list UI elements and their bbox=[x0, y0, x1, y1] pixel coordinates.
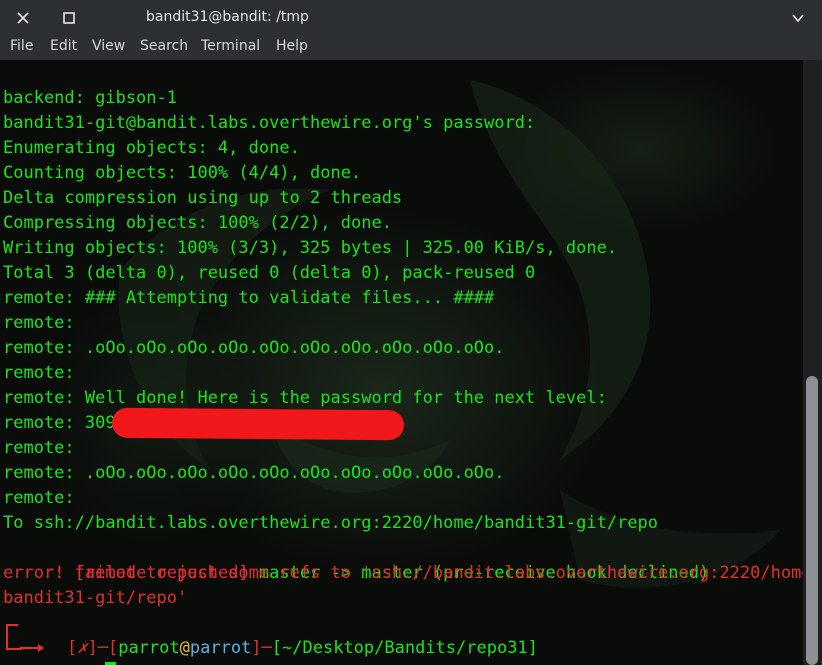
output-line: remote: .oOo.oOo.oOo.oOo.oOo.oOo.oOo.oOo… bbox=[3, 338, 505, 358]
output-line: bandit31-git@bandit.labs.overthewire.org… bbox=[3, 113, 536, 133]
output-line: Enumerating objects: 4, done. bbox=[3, 138, 300, 158]
menu-edit[interactable]: Edit bbox=[50, 38, 77, 54]
output-line: remote: ### Attempting to validate files… bbox=[3, 288, 495, 308]
prompt-host: parrot bbox=[189, 638, 252, 658]
output-line: remote: bbox=[3, 363, 75, 383]
menu-search[interactable]: Search bbox=[140, 38, 188, 54]
error-line: error: failed to push some refs to 'ssh:… bbox=[3, 563, 803, 583]
minimize-icon bbox=[792, 14, 804, 23]
prompt-line: [✗]─[parrot@parrot]─[~/Desktop/Bandits/r… bbox=[26, 611, 538, 658]
output-line: Total 3 (delta 0), reused 0 (delta 0), p… bbox=[3, 263, 536, 283]
close-button[interactable] bbox=[5, 0, 41, 36]
rejected-line: ! [remote rejected] master -> master (pr… bbox=[3, 536, 709, 583]
command-input[interactable]: $ bbox=[52, 636, 117, 665]
menu-bar: File Edit View Search Terminal Help bbox=[0, 36, 822, 60]
vertical-scrollbar[interactable] bbox=[803, 60, 822, 665]
prompt-at: @ bbox=[179, 638, 190, 658]
output-line: remote: Well done! Here is the password … bbox=[3, 388, 607, 408]
output-line: Delta compression using up to 2 threads bbox=[3, 188, 403, 208]
output-line: Counting objects: 100% (4/4), done. bbox=[3, 163, 362, 183]
prompt-path: [~/Desktop/Bandits/repo31] bbox=[271, 638, 538, 658]
output-line: Compressing objects: 100% (2/2), done. bbox=[3, 213, 392, 233]
menu-view[interactable]: View bbox=[92, 38, 125, 54]
scrollbar-thumb[interactable] bbox=[806, 376, 818, 665]
output-line: remote: 309 bbox=[3, 413, 116, 433]
maximize-icon bbox=[63, 12, 75, 24]
password-redaction-mark bbox=[111, 407, 405, 441]
close-icon bbox=[17, 12, 29, 24]
output-line: Writing objects: 100% (3/3), 325 bytes |… bbox=[3, 238, 618, 258]
prompt-tree-arrow bbox=[20, 647, 40, 649]
terminal-output[interactable]: backend: gibson-1 bandit31-git@bandit.la… bbox=[0, 60, 803, 665]
prompt-bracket: ] bbox=[251, 638, 262, 658]
output-line: To ssh://bandit.labs.overthewire.org:222… bbox=[3, 513, 659, 533]
menu-terminal[interactable]: Terminal bbox=[201, 38, 260, 54]
output-line: backend: gibson-1 bbox=[3, 88, 177, 108]
prompt-user: parrot bbox=[118, 638, 180, 658]
window-title: bandit31@bandit: /tmp bbox=[146, 9, 309, 25]
maximize-button[interactable] bbox=[51, 0, 87, 36]
output-line: remote: bbox=[3, 438, 75, 458]
prompt-dash: ─ bbox=[261, 638, 272, 658]
output-line: remote: bbox=[3, 313, 75, 333]
output-line: remote: bbox=[3, 488, 75, 508]
minimize-button[interactable] bbox=[780, 0, 816, 36]
menu-file[interactable]: File bbox=[10, 38, 33, 54]
error-line: bandit31-git/repo' bbox=[3, 588, 188, 608]
menu-help[interactable]: Help bbox=[276, 38, 308, 54]
prompt-arrow-icon bbox=[38, 644, 44, 652]
title-bar: bandit31@bandit: /tmp bbox=[0, 0, 822, 36]
output-line: remote: .oOo.oOo.oOo.oOo.oOo.oOo.oOo.oOo… bbox=[3, 463, 505, 483]
